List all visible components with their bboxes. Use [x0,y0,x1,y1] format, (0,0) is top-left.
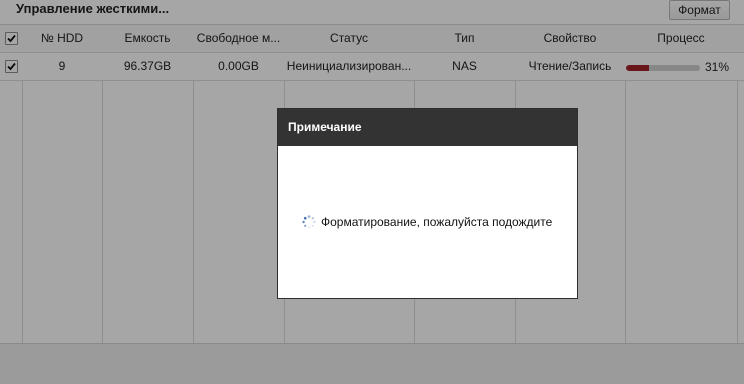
loading-spinner-icon [302,215,316,229]
note-dialog: Примечание Форматирование, пожалуйста по… [277,108,578,299]
dialog-message: Форматирование, пожалуйста подождите [321,215,553,229]
dialog-title: Примечание [278,109,577,146]
dialog-body: Форматирование, пожалуйста подождите [278,146,577,298]
hdd-management-page: Управление жесткими... Формат № HDD Емко… [0,0,744,384]
